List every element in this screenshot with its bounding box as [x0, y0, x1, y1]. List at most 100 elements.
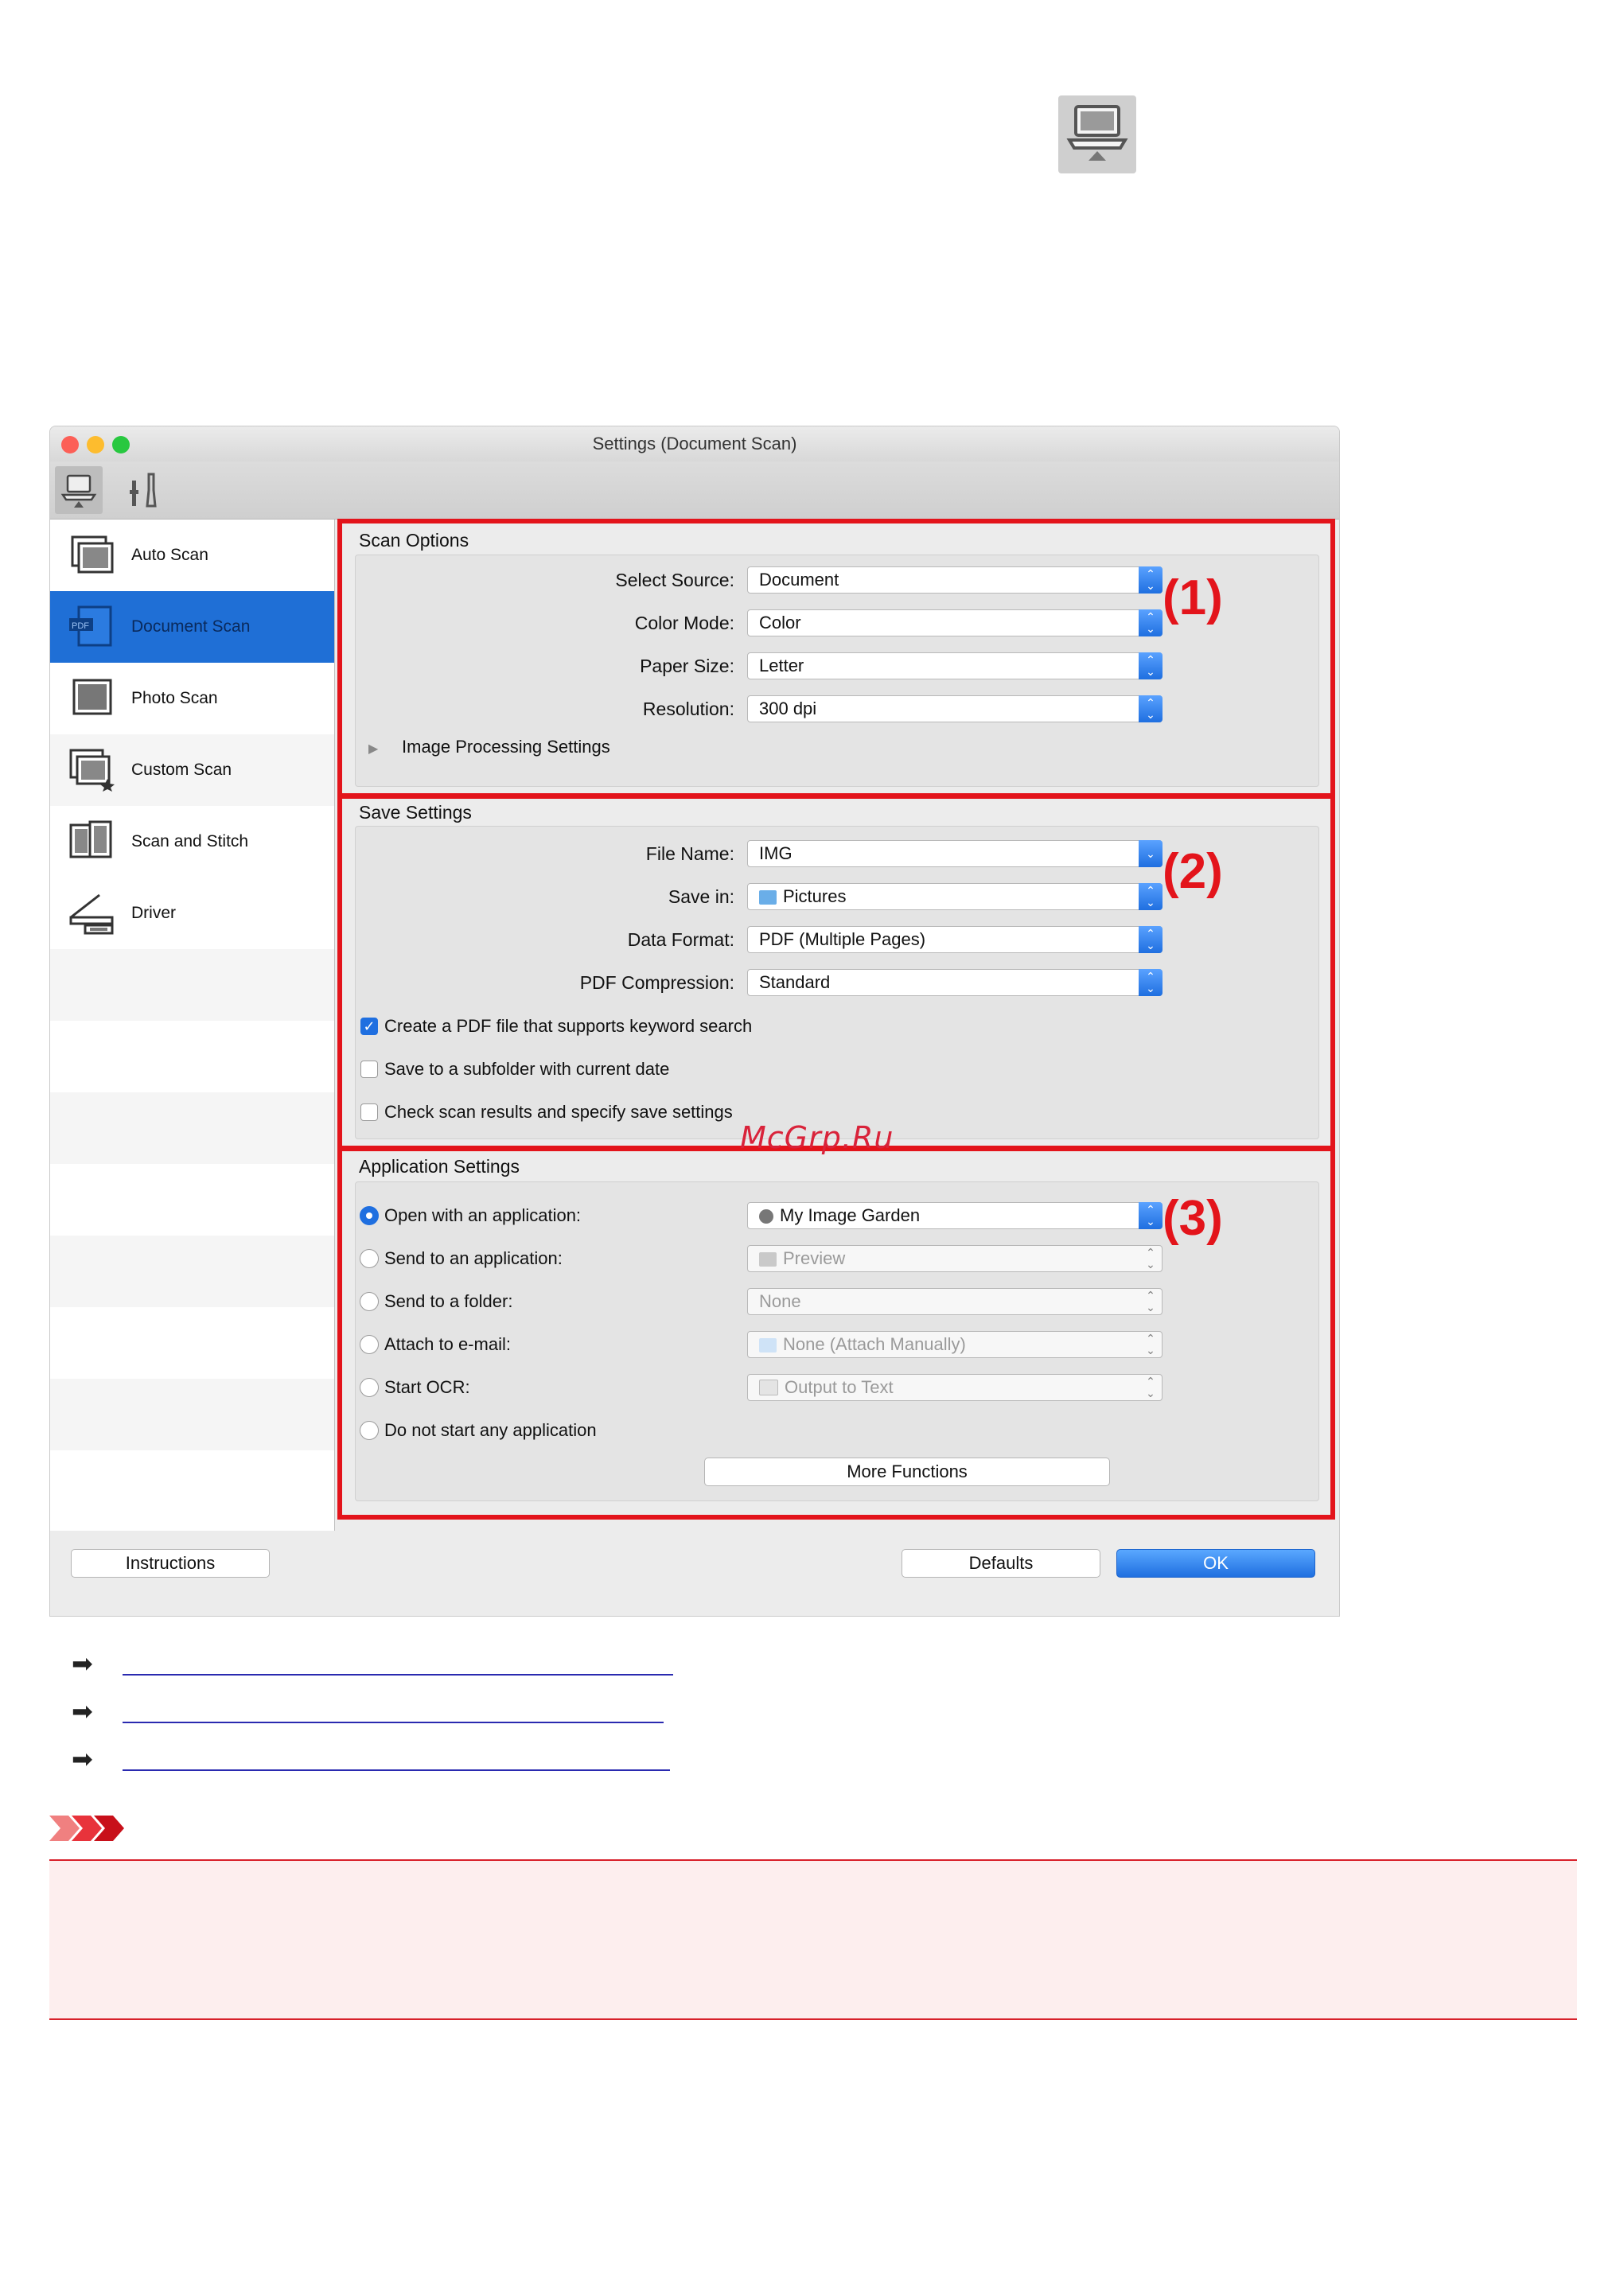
- paper-size-label: Paper Size:: [640, 656, 734, 676]
- resolution-dropdown[interactable]: 300 dpi ⌃ ⌄: [747, 695, 1163, 722]
- sidebar-item-auto-scan[interactable]: Auto Scan: [50, 520, 334, 591]
- attach-to-email-value: None (Attach Manually): [783, 1334, 966, 1354]
- important-notice-box: [49, 1859, 1577, 2020]
- sidebar-item-label: Scan and Stitch: [131, 832, 249, 850]
- file-name-combobox[interactable]: IMG ⌄: [747, 840, 1163, 867]
- arrow-right-icon: ➡: [72, 1649, 93, 1678]
- stepper-icon: ⌃ ⌄: [1146, 1332, 1155, 1356]
- sidebar-item-custom-scan[interactable]: Custom Scan: [50, 734, 334, 806]
- my-image-garden-icon: [759, 1209, 773, 1224]
- send-to-folder-radio[interactable]: [360, 1292, 379, 1311]
- select-source-label: Select Source:: [615, 570, 734, 590]
- sidebar-item-label: Custom Scan: [131, 761, 232, 779]
- sidebar-empty-row: [50, 1236, 334, 1307]
- stepper-icon: ⌃ ⌄: [1139, 1202, 1163, 1229]
- no-application-radio[interactable]: [360, 1421, 379, 1440]
- general-settings-icon: [130, 473, 157, 508]
- stepper-icon: ⌃ ⌄: [1139, 926, 1163, 953]
- sidebar-empty-row: [50, 949, 334, 1021]
- ok-button[interactable]: OK: [1116, 1549, 1315, 1578]
- pdf-compression-label: PDF Compression:: [579, 972, 734, 993]
- callout-1: (1): [1163, 570, 1223, 625]
- sidebar-empty-row: [50, 1379, 334, 1450]
- keyword-search-pdf-checkbox[interactable]: ✓: [360, 1018, 378, 1035]
- sidebar-item-photo-scan[interactable]: Photo Scan: [50, 663, 334, 734]
- check-scan-results-checkbox[interactable]: [360, 1103, 378, 1121]
- start-ocr-radio[interactable]: [360, 1378, 379, 1397]
- general-settings-tab[interactable]: [119, 466, 166, 514]
- paper-size-dropdown[interactable]: Letter ⌃ ⌄: [747, 652, 1163, 679]
- more-functions-button[interactable]: More Functions: [704, 1458, 1110, 1486]
- title-bar: Settings (Document Scan): [50, 426, 1339, 461]
- select-source-dropdown[interactable]: Document ⌃ ⌄: [747, 566, 1163, 594]
- data-format-label: Data Format:: [627, 929, 734, 950]
- scan-from-computer-icon: [60, 474, 97, 508]
- pdf-compression-dropdown[interactable]: Standard ⌃ ⌄: [747, 969, 1163, 996]
- sidebar-item-label: Driver: [131, 904, 176, 922]
- no-application-label: Do not start any application: [384, 1420, 597, 1440]
- pdf-compression-value: Standard: [759, 972, 831, 992]
- select-source-value: Document: [759, 570, 839, 590]
- subfolder-date-checkbox[interactable]: [360, 1061, 378, 1078]
- save-settings-title: Save Settings: [359, 802, 472, 823]
- data-format-value: PDF (Multiple Pages): [759, 929, 926, 949]
- driver-icon: [69, 893, 114, 935]
- resolution-value: 300 dpi: [759, 699, 817, 718]
- preview-app-icon: [759, 1252, 777, 1267]
- open-with-application-label: Open with an application:: [384, 1205, 582, 1225]
- disclosure-triangle-icon[interactable]: ▶: [368, 741, 378, 757]
- document-scan-icon: PDF: [69, 605, 112, 647]
- open-with-application-value: My Image Garden: [780, 1205, 921, 1225]
- save-in-value: Pictures: [783, 886, 847, 906]
- check-scan-results-label: Check scan results and specify save sett…: [384, 1102, 733, 1122]
- file-name-label: File Name:: [645, 843, 734, 864]
- save-in-dropdown[interactable]: Pictures ⌃ ⌄: [747, 883, 1163, 910]
- sidebar-item-driver[interactable]: Driver: [50, 878, 334, 949]
- file-name-value: IMG: [759, 843, 793, 863]
- open-with-application-radio[interactable]: [360, 1206, 379, 1225]
- start-ocr-dropdown[interactable]: Output to Text ⌃ ⌄: [747, 1374, 1163, 1401]
- svg-text:PDF: PDF: [72, 621, 89, 631]
- attach-to-email-radio[interactable]: [360, 1335, 379, 1354]
- sidebar-item-scan-and-stitch[interactable]: Scan and Stitch: [50, 806, 334, 878]
- scan-from-computer-tab[interactable]: [55, 466, 103, 514]
- send-to-application-value: Preview: [783, 1248, 846, 1268]
- scan-from-computer-icon: [1058, 95, 1136, 173]
- application-settings-title: Application Settings: [359, 1156, 520, 1177]
- image-processing-settings-toggle[interactable]: Image Processing Settings: [402, 737, 610, 757]
- sidebar-empty-row: [50, 1092, 334, 1164]
- data-format-dropdown[interactable]: PDF (Multiple Pages) ⌃ ⌄: [747, 926, 1163, 953]
- color-mode-value: Color: [759, 613, 801, 632]
- defaults-button[interactable]: Defaults: [902, 1549, 1100, 1578]
- instructions-button[interactable]: Instructions: [71, 1549, 270, 1578]
- stepper-icon: ⌃ ⌄: [1139, 969, 1163, 996]
- auto-scan-icon: [71, 535, 114, 574]
- photo-scan-icon: [72, 679, 112, 715]
- window-title: Settings (Document Scan): [592, 434, 797, 453]
- important-chevrons-icon: [49, 1812, 129, 1844]
- attach-to-email-label: Attach to e-mail:: [384, 1334, 511, 1354]
- stepper-icon: ⌃ ⌄: [1146, 1375, 1155, 1399]
- color-mode-dropdown[interactable]: Color ⌃ ⌄: [747, 609, 1163, 636]
- send-to-folder-dropdown[interactable]: None ⌃ ⌄: [747, 1288, 1163, 1315]
- sidebar-item-document-scan[interactable]: PDF Document Scan: [50, 591, 334, 663]
- send-to-application-radio[interactable]: [360, 1249, 379, 1268]
- open-with-application-dropdown[interactable]: My Image Garden ⌃ ⌄: [747, 1202, 1163, 1229]
- scan-options-title: Scan Options: [359, 530, 469, 551]
- send-to-folder-label: Send to a folder:: [384, 1291, 513, 1311]
- chevron-down-icon[interactable]: ⌄: [1139, 840, 1163, 867]
- stepper-icon: ⌃ ⌄: [1139, 609, 1163, 636]
- scan-and-stitch-icon: [69, 820, 112, 858]
- stepper-icon: ⌃ ⌄: [1146, 1289, 1155, 1314]
- send-to-application-dropdown[interactable]: Preview ⌃ ⌄: [747, 1245, 1163, 1272]
- send-to-folder-value: None: [759, 1291, 801, 1311]
- sidebar-item-label: Photo Scan: [131, 689, 218, 707]
- color-mode-label: Color Mode:: [634, 613, 734, 633]
- stepper-icon: ⌃ ⌄: [1139, 695, 1163, 722]
- save-in-label: Save in:: [668, 886, 734, 907]
- sidebar: Auto Scan PDF Document Scan Photo Scan C…: [50, 520, 335, 1531]
- link-underline: [123, 1722, 664, 1723]
- settings-window: Settings (Document Scan) Auto Scan PDF D…: [49, 426, 1340, 1617]
- paper-size-value: Letter: [759, 656, 804, 675]
- attach-to-email-dropdown[interactable]: None (Attach Manually) ⌃ ⌄: [747, 1331, 1163, 1358]
